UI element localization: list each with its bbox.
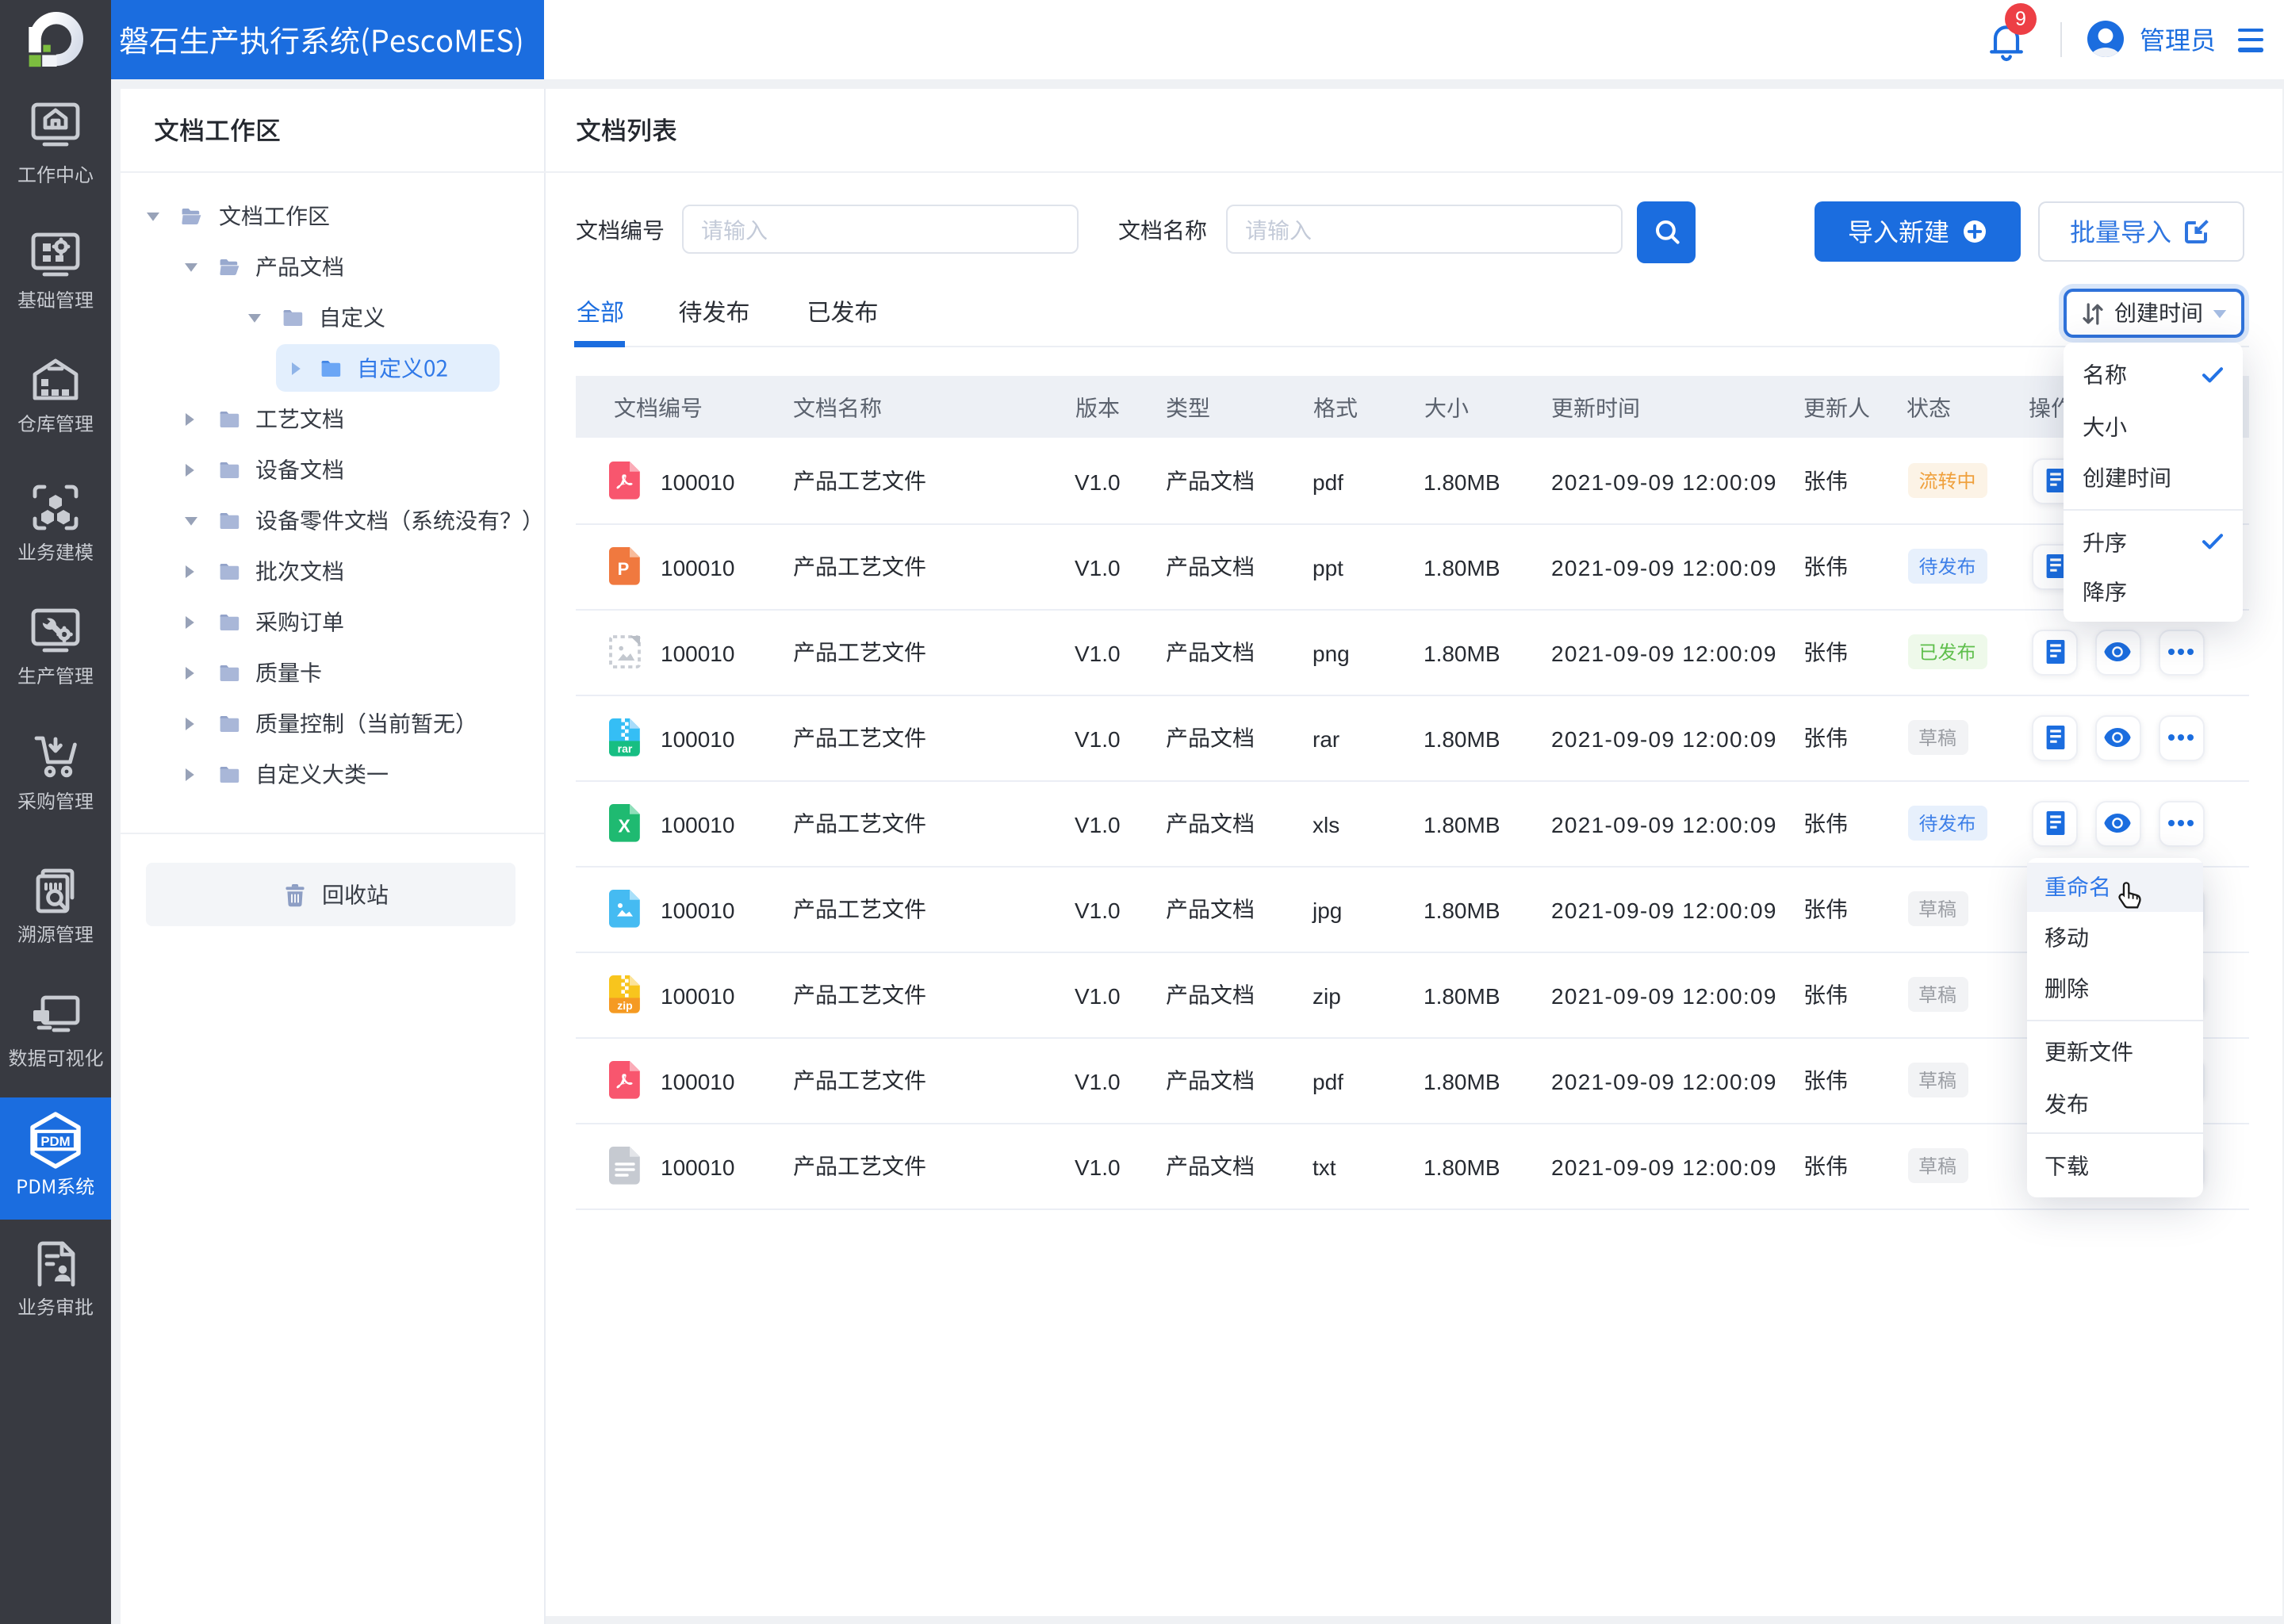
svg-text:X: X	[619, 816, 631, 837]
svg-text:PDM: PDM	[40, 1133, 70, 1148]
svg-text:rar: rar	[618, 742, 633, 755]
svg-text:zip: zip	[617, 999, 632, 1012]
svg-text:P: P	[618, 559, 630, 579]
